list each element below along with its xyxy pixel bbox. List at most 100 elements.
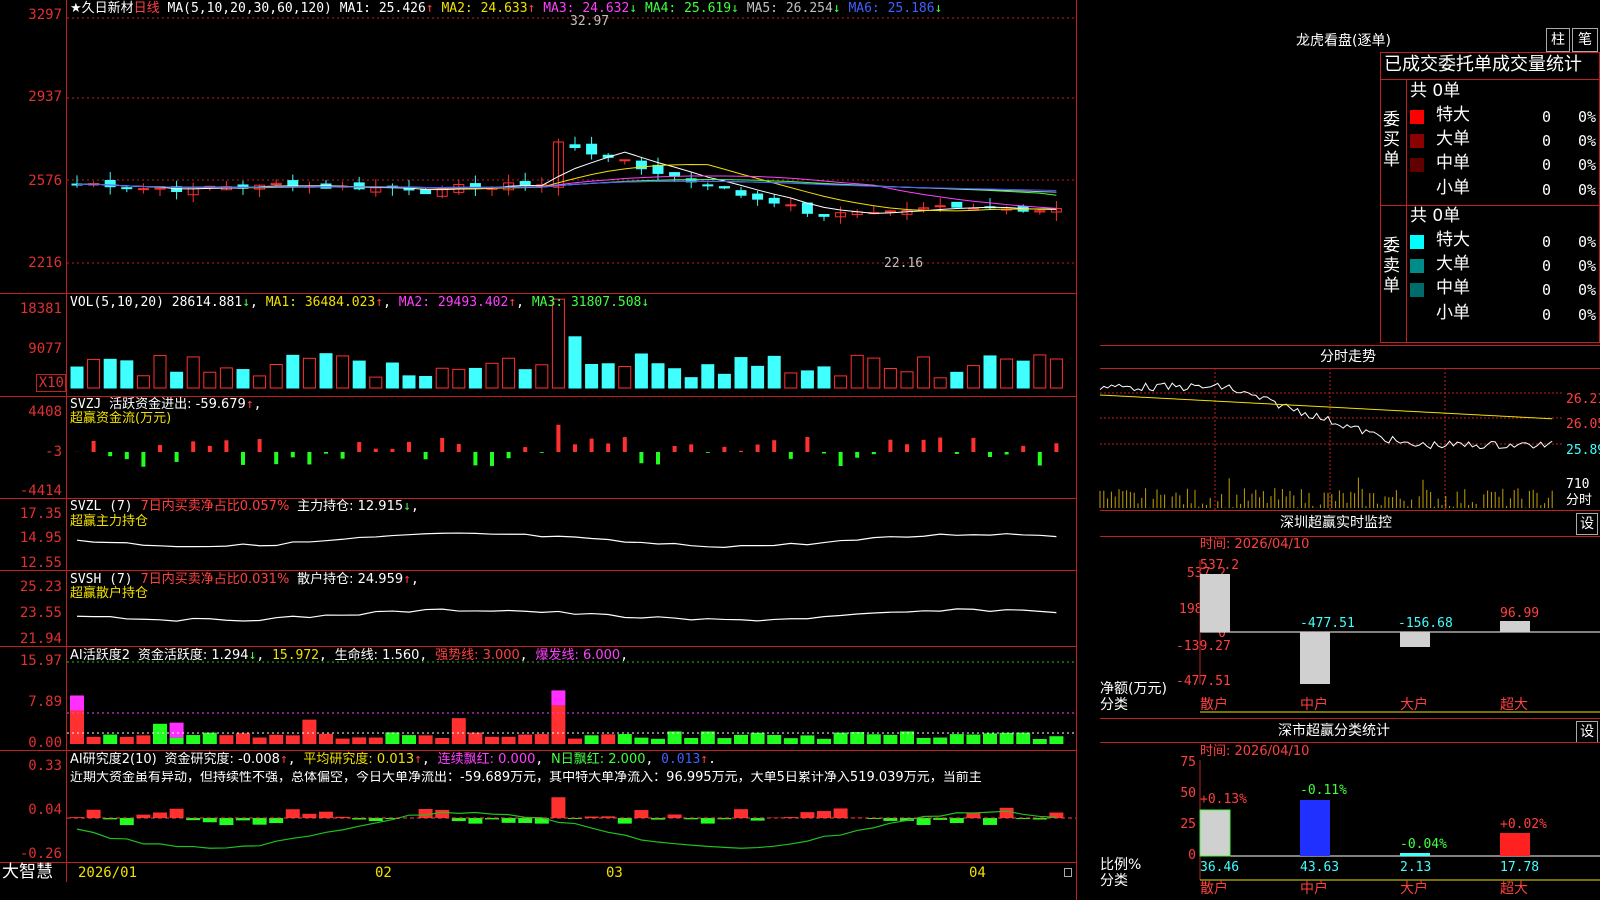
activity-bar [1049,736,1064,744]
intraday-price-line [1099,382,1553,450]
lock-icon[interactable] [1064,868,1072,877]
flow-bar [921,439,926,452]
volume-bar [950,371,964,389]
arrow-up-icon: ↑ [527,1,536,16]
row-value: 0 [1542,257,1552,275]
monitor-axis: 198.96 [1179,602,1226,617]
research-bar [435,809,450,818]
volume-bar [701,364,715,389]
activity-peak [70,695,84,711]
arrow-down-icon: ↓ [731,1,739,16]
activity-bar [883,734,898,744]
ai2-commentary: 近期大资金虽有异动，但持续性不强，总体偏空，今日大单净流出：-59.689万元，… [70,771,982,784]
flow-bar [938,437,943,452]
activity-bar [551,705,566,744]
arrow-down-icon: ↓ [934,1,943,16]
stock-chart-window: { "header":{"name":"★久日新材","period":"日线"… [0,0,1600,900]
arrow-down-icon: ↓ [242,295,251,310]
intraday-vol-label: 分时 [1566,493,1593,508]
volume-bar [618,366,632,389]
flow-bar [307,452,312,465]
flow-bar [207,445,212,452]
activity-bar [833,732,848,744]
intraday-axis: 26.05 [1566,417,1600,432]
candle-body [121,187,133,190]
column-view-button[interactable]: 柱 [1546,28,1570,52]
activity-bar [916,737,931,744]
date-label: 04 [969,865,986,881]
activity-bar [866,734,881,744]
activity-bar [451,718,466,744]
arrow-up-icon: ↑ [414,752,422,767]
activity-bar [70,710,84,744]
volume-bar [850,354,864,389]
classify-bar [1400,853,1430,856]
research-bar [252,818,267,825]
candle-body [104,179,116,188]
sell-total: 共 0单 [1410,206,1461,226]
activity-bar [252,737,267,744]
monitor-ylab: 净额(万元) [1100,681,1167,697]
ai2-c: 连续飘红: 0.000 [437,752,536,767]
period-label[interactable]: 日线 [134,1,160,16]
flow-bar [257,439,262,452]
ma-line [76,151,1057,214]
row-name: 小单 [1436,178,1470,198]
classify-pct: -0.11% [1300,783,1347,798]
research-bar [617,818,632,824]
arrow-up-icon: ↑ [508,295,517,310]
monitor-bar [1500,621,1530,632]
volume-bar [385,362,399,389]
row-name: 中单 [1436,278,1470,298]
row-name: 大单 [1436,129,1470,149]
row-name: 特大 [1436,105,1470,125]
activity-bar [767,735,782,744]
activity-bar [601,734,616,744]
activity-bar [285,735,300,744]
activity-bar [302,719,317,744]
flow-bar [407,441,411,452]
ai2-axis-label: -0.26 [19,846,62,862]
activity-bar [684,738,699,744]
flow-bar [971,437,976,452]
classify-axis: 50 [1180,786,1196,801]
volume-bar [535,364,549,389]
activity-bar [667,731,682,744]
volume-bar [485,362,499,389]
chart-canvas[interactable] [0,0,1076,882]
classify-settings-button[interactable]: 设 [1576,721,1598,743]
monitor-settings-button[interactable]: 设 [1576,513,1598,535]
research-bar [983,818,997,825]
activity-bar [335,738,350,744]
flow-bar [855,452,860,458]
flow-bar [739,450,743,452]
flow-bar [556,424,561,452]
flow-bar [523,447,528,452]
monitor-value: -156.68 [1398,616,1453,631]
volume-bar [369,376,383,389]
flow-bar [224,440,229,452]
arrow-up-icon: ↑ [425,1,434,16]
swatch [1410,283,1424,297]
candle-body [569,144,581,148]
activity-bar [584,735,599,744]
ai1-axis-label: 15.97 [19,653,62,669]
flow-bar [174,452,179,462]
panel-divider [1076,0,1077,900]
svzl-axis-label: 17.35 [19,506,62,522]
activity-bar [750,732,765,744]
research-bar [916,818,931,825]
stock-name[interactable]: ★久日新材 [70,1,134,16]
volume-bar [452,368,466,389]
arrow-down-icon: ↓ [629,1,638,16]
row-value: 0 [1542,108,1552,126]
main-holding-line [76,532,1057,548]
ma5-value: MA5: 26.254 [746,1,833,16]
ma2-value: MA2: 24.633 [441,1,528,16]
flow-bar [456,443,461,452]
volume-bar [502,357,516,389]
svzl-label: SVZL (7) [70,499,133,514]
flow-bar [191,441,196,452]
pen-view-button[interactable]: 笔 [1572,28,1598,52]
monitor-cat: 超大 [1500,697,1528,713]
